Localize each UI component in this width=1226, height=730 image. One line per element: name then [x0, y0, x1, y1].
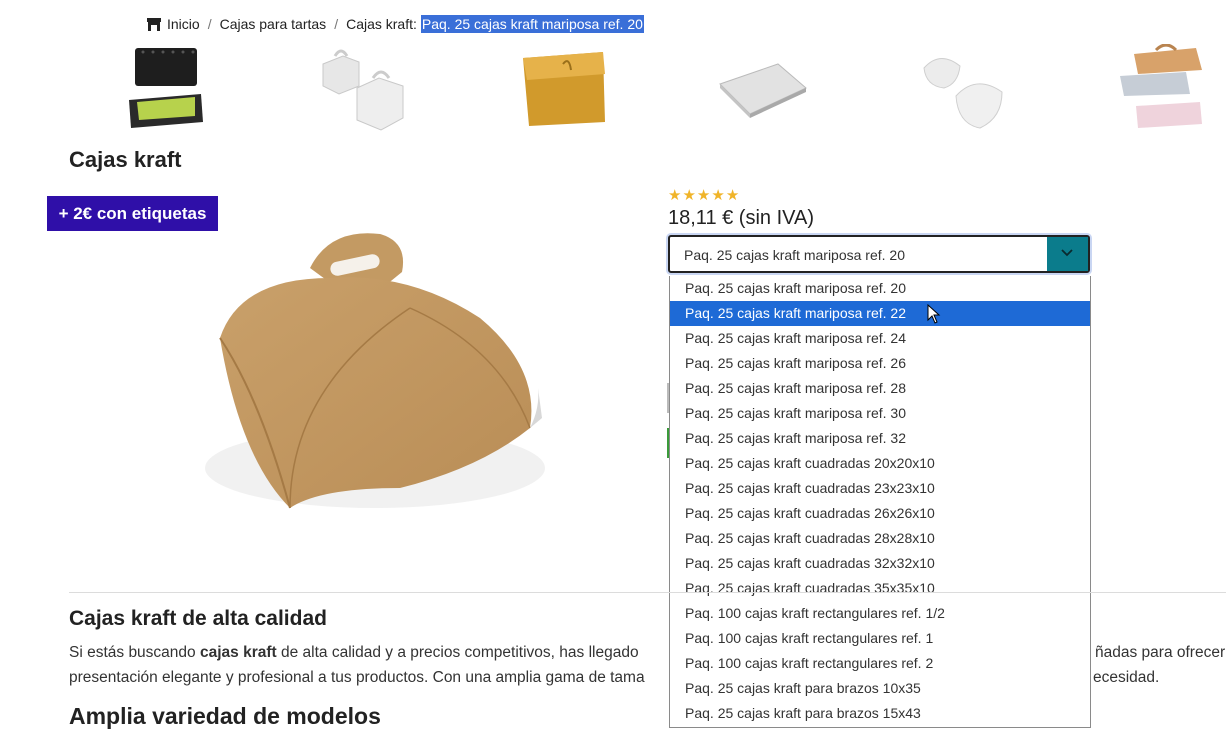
breadcrumb-separator: / — [207, 16, 212, 32]
variant-option[interactable]: Paq. 25 cajas kraft mariposa ref. 28 — [670, 376, 1090, 401]
star-icon: ★ — [682, 187, 696, 204]
rating-stars: ★ ★ ★ ★ ★ — [668, 188, 739, 204]
star-icon: ★ — [711, 187, 725, 204]
variant-option[interactable]: Paq. 25 cajas kraft cuadradas 20x20x10 — [670, 451, 1090, 476]
variant-option[interactable]: Paq. 25 cajas kraft mariposa ref. 26 — [670, 351, 1090, 376]
section-title: Cajas kraft — [69, 147, 182, 172]
variant-option[interactable]: Paq. 25 cajas kraft cuadradas 23x23x10 — [670, 476, 1090, 501]
description-text-right: ecesidad. — [1093, 669, 1160, 686]
product-price: 18,11 € (sin IVA) — [668, 207, 814, 229]
variant-option[interactable]: Paq. 25 cajas kraft mariposa ref. 20 — [670, 276, 1090, 301]
breadcrumb-current: Paq. 25 cajas kraft mariposa ref. 20 — [420, 15, 644, 33]
category-thumb-black-tray[interactable] — [121, 44, 213, 134]
description-text: Si estás buscando — [69, 644, 200, 661]
variant-option[interactable]: Paq. 25 cajas kraft cuadradas 32x32x10 — [670, 551, 1090, 576]
silver-tray-icon — [719, 63, 807, 118]
models-heading: Amplia variedad de modelos — [69, 703, 381, 729]
star-icon: ★ — [668, 187, 682, 204]
category-thumb-silver-tray[interactable] — [716, 44, 808, 134]
star-icon: ★ — [725, 187, 740, 204]
variant-option[interactable]: Paq. 25 cajas kraft mariposa ref. 30 — [670, 401, 1090, 426]
promo-badge[interactable]: + 2€ con etiquetas — [47, 196, 218, 231]
mouse-cursor — [927, 303, 941, 329]
kraft-butterfly-box-icon — [205, 233, 545, 509]
variant-option[interactable]: Paq. 25 cajas kraft mariposa ref. 22 — [670, 301, 1090, 326]
select-arrow-button[interactable] — [1047, 237, 1088, 271]
variant-select-value: Paq. 25 cajas kraft mariposa ref. 20 — [684, 247, 905, 263]
variant-option[interactable]: Paq. 25 cajas kraft cuadradas 35x35x10 — [670, 576, 1090, 601]
chevron-down-icon — [1061, 249, 1073, 257]
breadcrumb-home-link[interactable]: Inicio — [167, 16, 200, 32]
description-text-right: ñadas para ofrecer — [1095, 644, 1226, 661]
description-paragraph: Si estás buscando cajas kraft de alta ca… — [69, 640, 1226, 690]
description-bold: cajas kraft — [199, 644, 277, 661]
variant-option[interactable]: Paq. 25 cajas kraft para brazos 15x43 — [670, 701, 1090, 726]
category-thumb-handle-tubes[interactable] — [1116, 43, 1208, 134]
variant-option[interactable]: Paq. 25 cajas kraft mariposa ref. 32 — [670, 426, 1090, 451]
breadcrumb-separator: / — [334, 16, 339, 32]
handle-tube-boxes-icon — [1120, 43, 1202, 128]
description-text: de alta calidad y a precios competitivos… — [276, 644, 639, 661]
category-thumb-gold-box[interactable] — [517, 44, 609, 134]
breadcrumb-subcategory: Cajas kraft: — [346, 16, 417, 32]
product-image — [180, 228, 550, 518]
variant-option[interactable]: Paq. 25 cajas kraft cuadradas 26x26x10 — [670, 501, 1090, 526]
category-thumb-white-butterfly[interactable] — [914, 44, 1006, 134]
star-icon: ★ — [696, 187, 711, 204]
variant-option[interactable]: Paq. 25 cajas kraft cuadradas 28x28x10 — [670, 526, 1090, 551]
variant-option[interactable]: Paq. 100 cajas kraft rectangulares ref. … — [670, 601, 1090, 626]
black-tray-box-icon — [129, 48, 203, 128]
pointer-cursor-icon — [927, 303, 941, 324]
breadcrumb-category-link[interactable]: Cajas para tartas — [220, 16, 327, 32]
gold-box-icon — [523, 52, 605, 126]
breadcrumb: Inicio / Cajas para tartas / Cajas kraft… — [147, 14, 644, 34]
section-divider — [69, 592, 1226, 593]
white-handle-boxes-icon — [322, 49, 404, 131]
description-heading: Cajas kraft de alta calidad — [69, 607, 327, 630]
description-text: presentación elegante y profesional a tu… — [69, 669, 645, 686]
category-thumb-white-handle[interactable] — [317, 44, 409, 134]
store-icon — [147, 17, 161, 31]
variant-option[interactable]: Paq. 25 cajas kraft mariposa ref. 24 — [670, 326, 1090, 351]
white-butterfly-boxes-icon — [923, 58, 1003, 129]
variant-select[interactable]: Paq. 25 cajas kraft mariposa ref. 20 — [668, 235, 1090, 273]
